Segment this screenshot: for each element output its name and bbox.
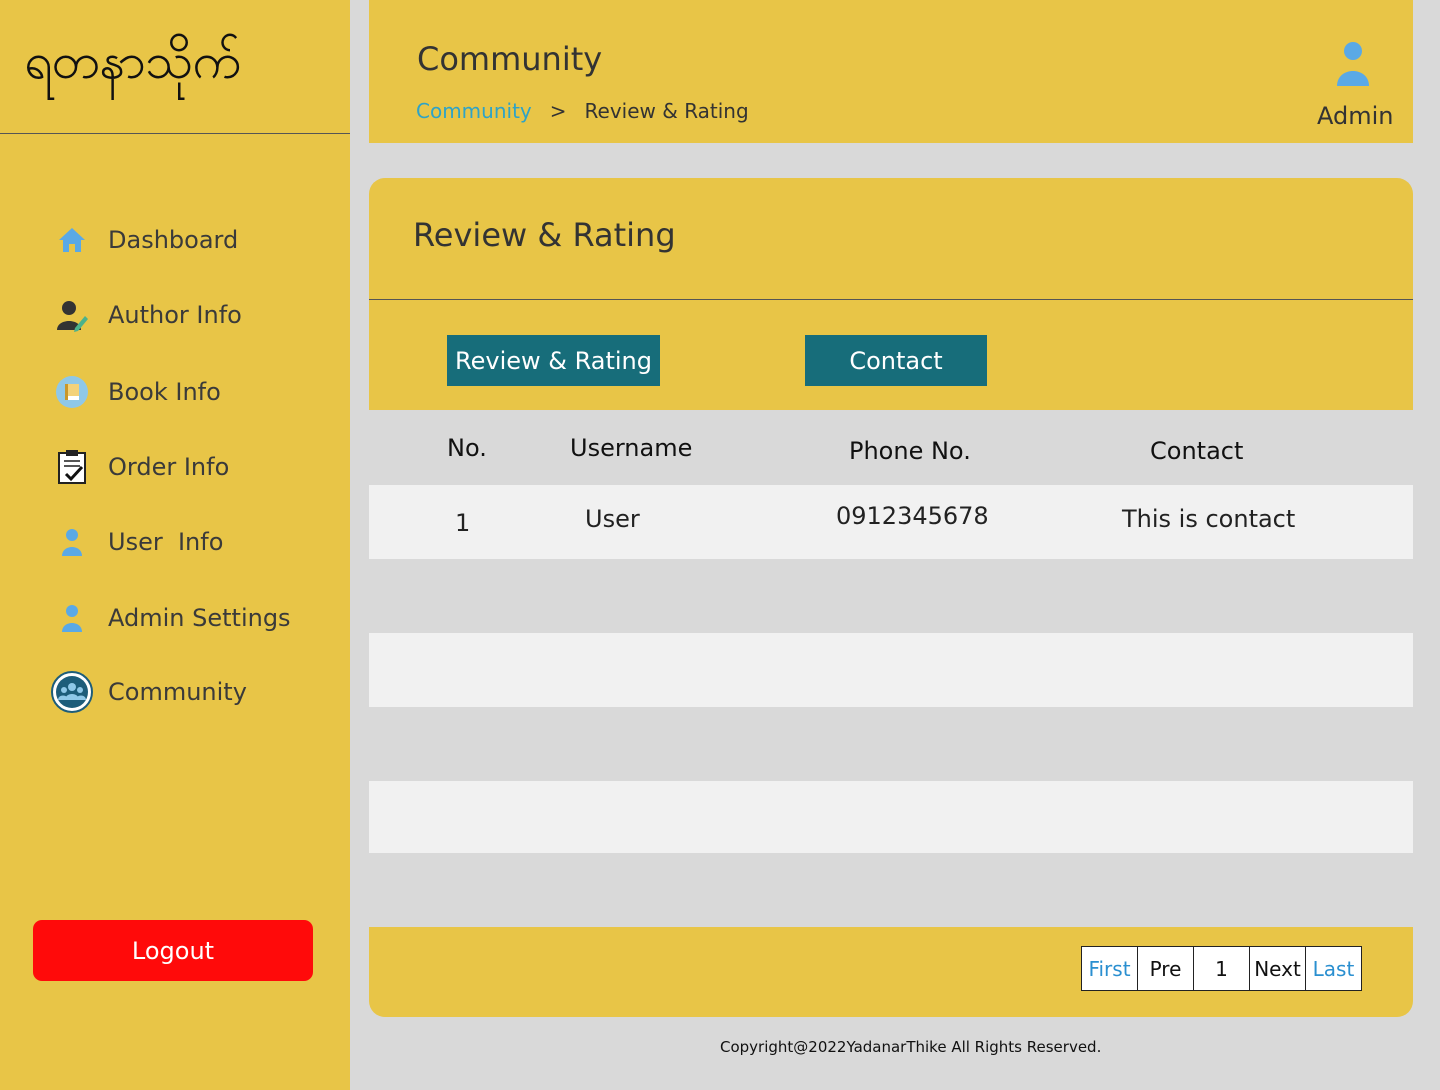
review-rating-tab-button[interactable]: Review & Rating (447, 335, 660, 386)
clipboard-icon (50, 445, 94, 489)
sidebar-item-label: Admin Settings (108, 604, 291, 632)
sidebar-item-author-info[interactable]: Author Info (50, 293, 242, 337)
contact-tab-button[interactable]: Contact (805, 335, 987, 386)
breadcrumb: Community > Review & Rating (416, 99, 749, 123)
cell-phone: 0912345678 (836, 502, 989, 530)
column-header-phone: Phone No. (849, 437, 971, 465)
sidebar-item-label: Dashboard (108, 226, 239, 254)
sidebar-item-label: Community (108, 678, 247, 706)
table-row-empty (369, 633, 1413, 707)
breadcrumb-separator: > (549, 99, 567, 123)
pagination: First Pre 1 Next Last (1081, 946, 1362, 991)
copyright-text: Copyright@2022YadanarThike All Rights Re… (720, 1038, 1102, 1056)
table-row-empty (369, 559, 1413, 633)
user-icon (50, 520, 94, 564)
admin-icon (50, 596, 94, 640)
sidebar-item-admin-settings[interactable]: Admin Settings (50, 596, 291, 640)
page-header: Community Community > Review & Rating Ad… (369, 0, 1413, 143)
admin-label[interactable]: Admin (1317, 102, 1394, 130)
table-row-empty (369, 781, 1413, 853)
table-header: No. Username Phone No. Contact (369, 410, 1413, 485)
table-row[interactable]: 1 User 0912345678 This is contact (369, 485, 1413, 559)
home-icon (50, 218, 94, 262)
sidebar-item-label: Book Info (108, 378, 221, 406)
card-divider (369, 299, 1413, 300)
sidebar-item-label: User Info (108, 528, 224, 556)
card-title: Review & Rating (413, 216, 676, 254)
community-icon (50, 670, 94, 714)
sidebar-item-order-info[interactable]: Order Info (50, 445, 229, 489)
author-icon (50, 293, 94, 337)
sidebar-item-label: Order Info (108, 453, 230, 481)
sidebar-item-community[interactable]: Community (50, 670, 247, 714)
page-title: Community (417, 40, 603, 78)
last-page-button[interactable]: Last (1305, 946, 1362, 991)
cell-username: User (585, 505, 640, 533)
cell-contact: This is contact (1122, 505, 1296, 533)
admin-avatar-icon[interactable] (1333, 40, 1373, 88)
column-header-contact: Contact (1150, 437, 1244, 465)
next-page-button[interactable]: Next (1249, 946, 1306, 991)
column-header-username: Username (570, 434, 693, 462)
sidebar: ရတနာသိုက် Dashboard Author Info Book Inf… (0, 0, 350, 1090)
breadcrumb-current: Review & Rating (584, 99, 749, 123)
logout-button[interactable]: Logout (33, 920, 313, 981)
previous-page-button[interactable]: Pre (1137, 946, 1194, 991)
breadcrumb-link-community[interactable]: Community (416, 99, 532, 123)
review-rating-card: Review & Rating Review & Rating Contact (369, 178, 1413, 410)
sidebar-item-book-info[interactable]: Book Info (50, 370, 221, 414)
column-header-no: No. (447, 434, 487, 462)
cell-no: 1 (455, 509, 471, 537)
sidebar-item-dashboard[interactable]: Dashboard (50, 218, 238, 262)
table-row-empty (369, 707, 1413, 781)
first-page-button[interactable]: First (1081, 946, 1138, 991)
current-page-number[interactable]: 1 (1193, 946, 1250, 991)
sidebar-item-label: Author Info (108, 301, 242, 329)
logo-divider (0, 133, 350, 134)
book-icon (50, 370, 94, 414)
pagination-bar: First Pre 1 Next Last (369, 927, 1413, 1017)
app-logo[interactable]: ရတနာသိုက် (24, 30, 241, 103)
sidebar-item-user-info[interactable]: User Info (50, 520, 223, 564)
